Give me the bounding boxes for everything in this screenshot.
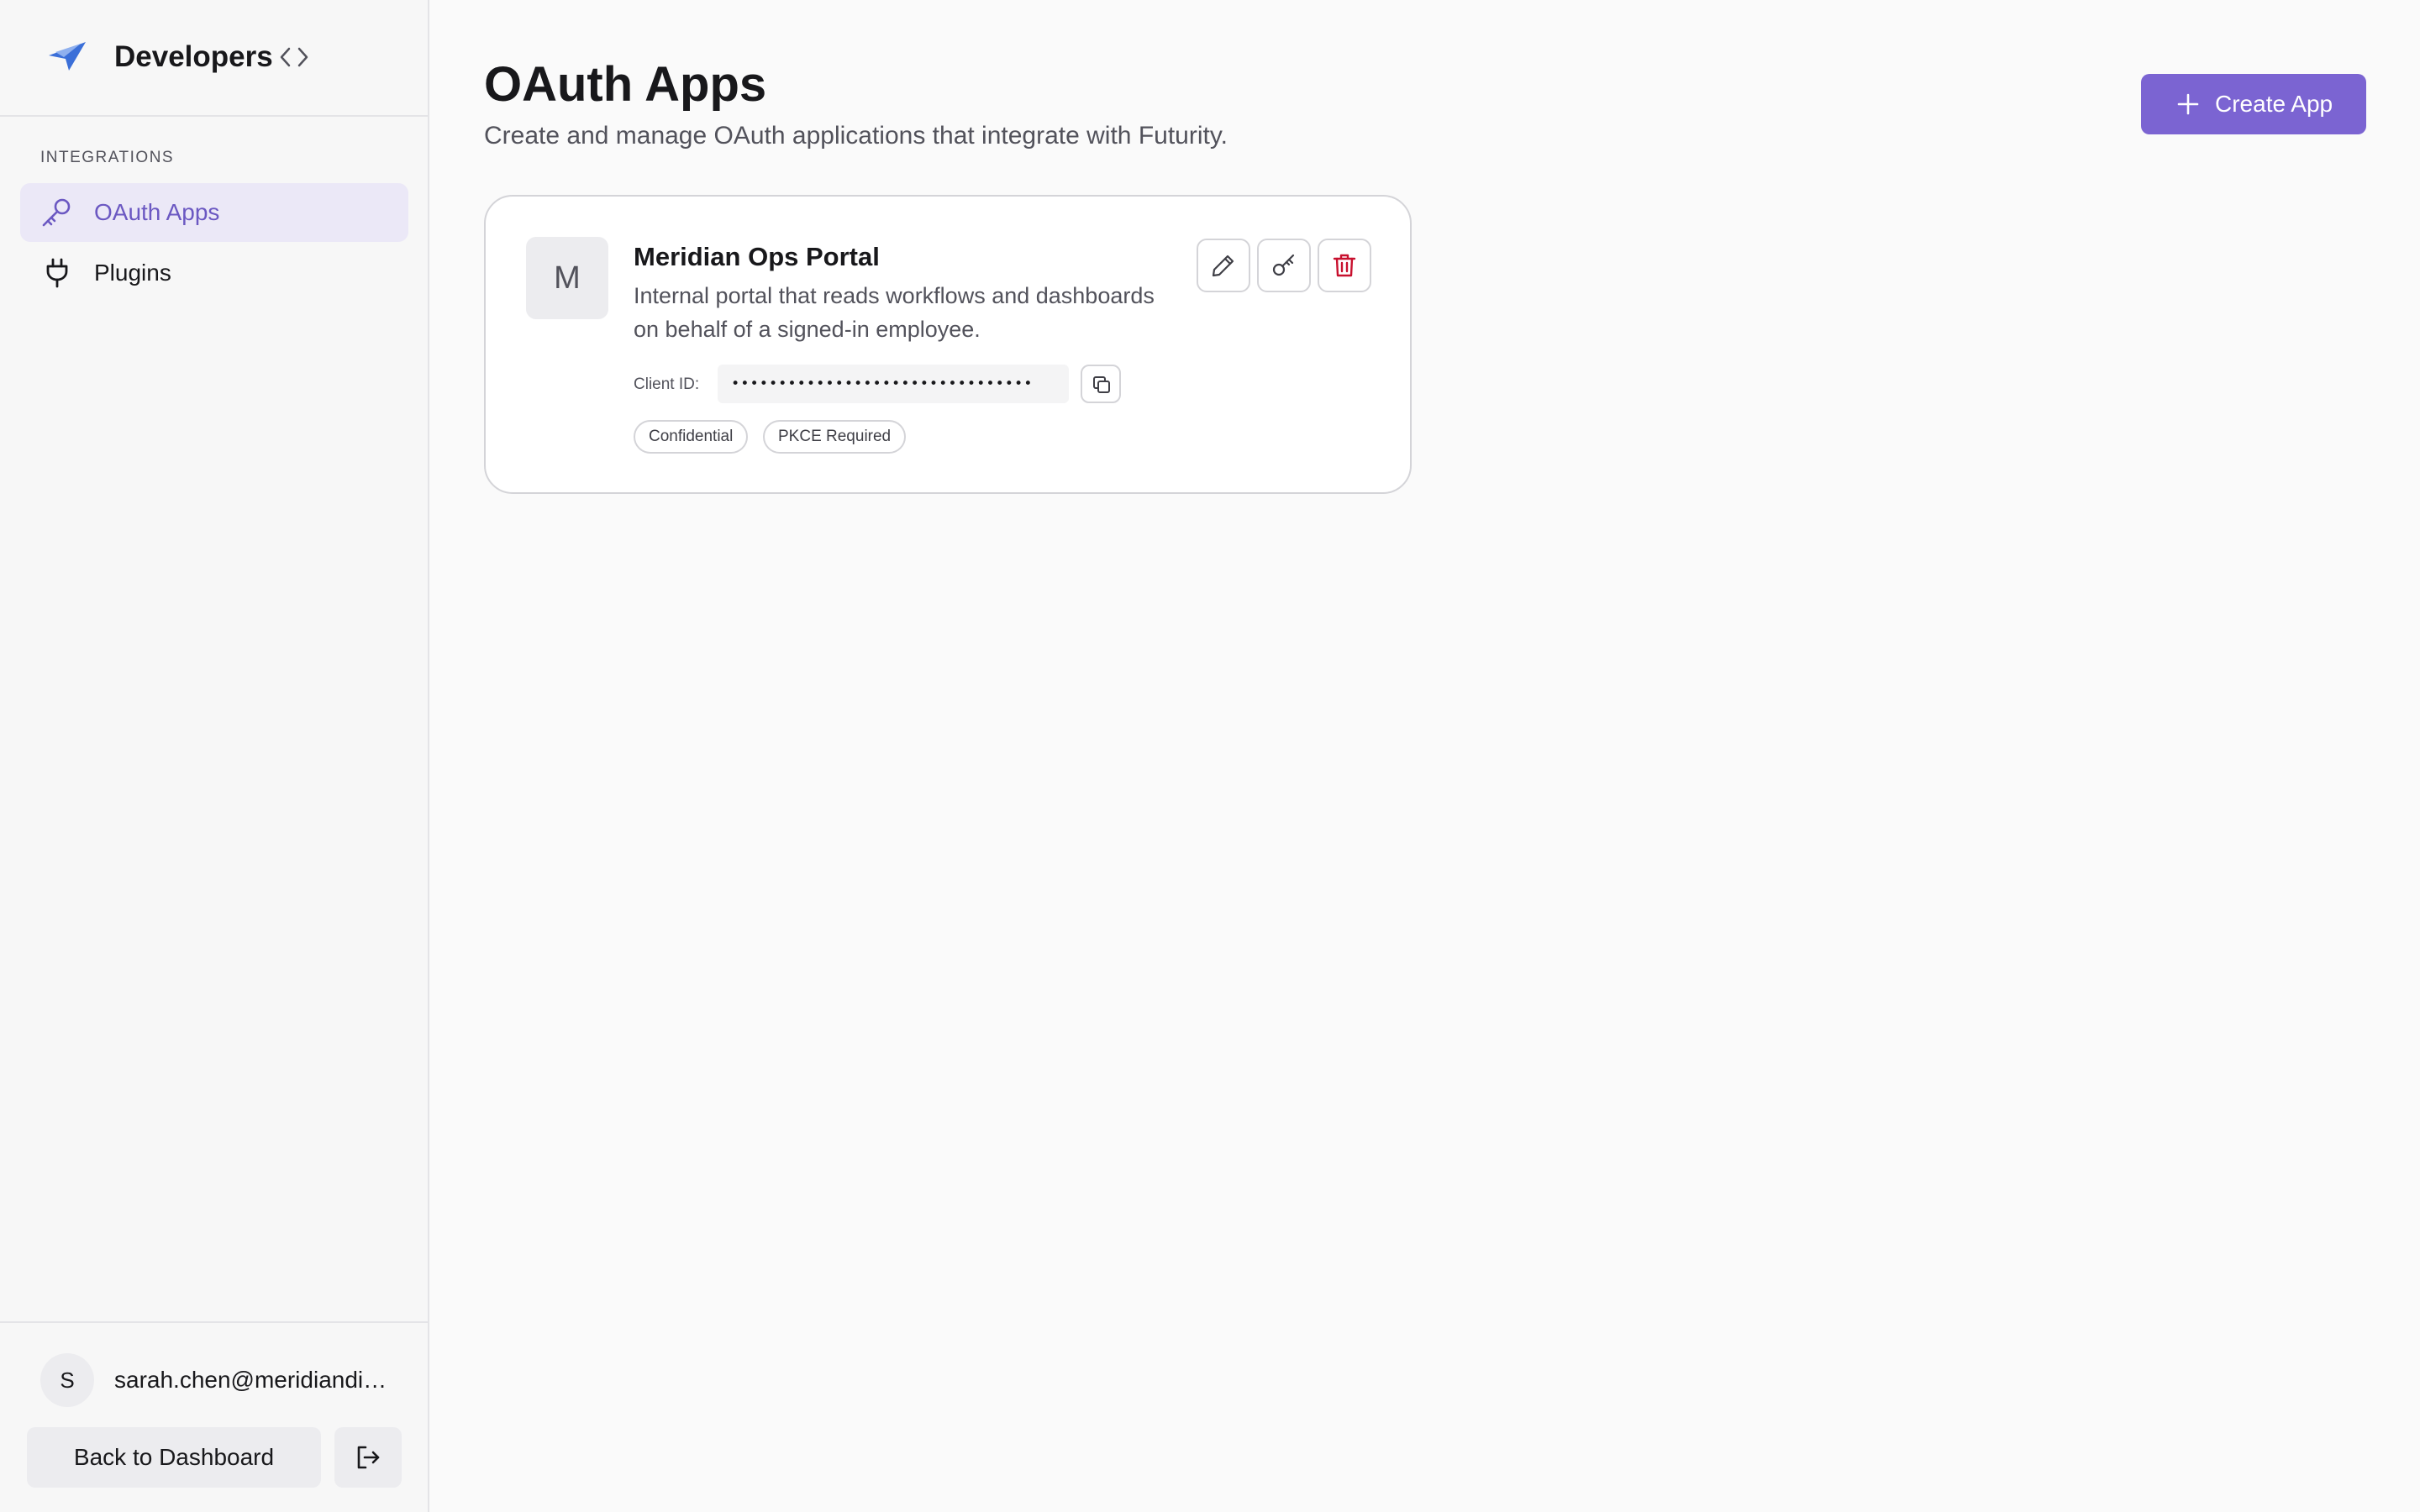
app-avatar: M [526,237,608,319]
create-app-label: Create App [2215,91,2333,117]
rotate-secret-button[interactable] [1257,239,1311,292]
logout-icon [357,1446,380,1469]
page-title: OAuth Apps [484,57,767,112]
badge-confidential: Confidential [634,420,749,454]
app-description: Internal portal that reads workflows and… [634,283,1155,342]
delete-app-button[interactable] [1318,239,1371,292]
badge-pkce-required: PKCE Required [763,420,907,454]
client-id-value[interactable]: •••••••••••••••••••••••••••••••• [718,365,1069,403]
sidebar-title: Developers [114,40,273,73]
code-icon [280,47,308,67]
section-label-integrations: INTEGRATIONS [40,149,175,166]
sidebar: Developers INTEGRATIONS OAuth Apps Plugi… [0,0,429,1512]
copy-icon [1093,376,1110,393]
create-app-button[interactable]: Create App [2141,74,2366,134]
plug-icon [46,258,68,288]
sidebar-header: Developers [0,0,428,117]
sidebar-item-oauth-apps[interactable]: OAuth Apps [20,183,408,242]
back-to-dashboard-button[interactable]: Back to Dashboard [27,1427,321,1488]
app-card: M Meridian Ops Portal Internal portal th… [484,195,1412,494]
edit-app-button[interactable] [1197,239,1250,292]
sidebar-item-plugins[interactable]: Plugins [20,244,408,302]
pencil-icon [1212,255,1234,277]
avatar[interactable]: S [40,1353,94,1407]
plus-icon [2177,93,2199,115]
user-email: sarah.chen@meridiandi… [114,1367,387,1393]
app-root: Developers INTEGRATIONS OAuth Apps Plugi… [0,0,2420,1512]
page-subtitle: Create and manage OAuth applications tha… [484,122,1228,150]
sidebar-footer: S sarah.chen@meridiandi… Back to Dashboa… [0,1321,428,1512]
logo-icon [49,42,86,71]
logout-button[interactable] [334,1427,402,1488]
app-name: Meridian Ops Portal [634,242,880,271]
sidebar-item-label: Plugins [94,260,171,286]
client-id-label: Client ID: [634,375,700,393]
key-icon [1272,254,1295,276]
copy-client-id-button[interactable] [1081,365,1121,403]
trash-icon [1333,254,1356,277]
key-icon [42,198,71,227]
sidebar-item-label: OAuth Apps [94,199,220,225]
